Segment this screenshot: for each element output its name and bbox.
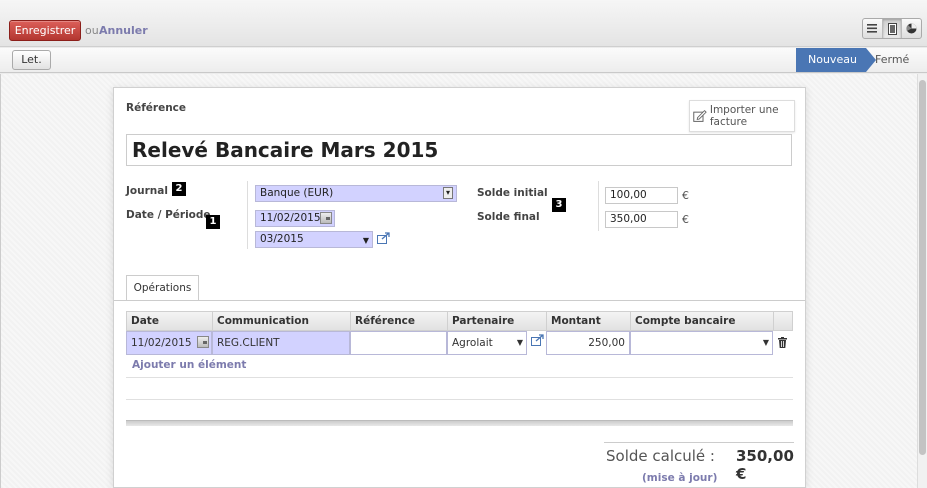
row-date-input[interactable]: 11/02/2015 [126, 331, 212, 355]
row-reference-input[interactable] [350, 331, 447, 355]
row-amount-input[interactable]: 250,00 [546, 331, 630, 355]
date-period-label: Date / Période [126, 209, 211, 221]
date-input[interactable]: 11/02/2015 [255, 210, 335, 227]
dropdown-icon: ▼ [362, 236, 369, 245]
field-separator [247, 181, 248, 249]
balance-start-label: Solde initial [477, 187, 548, 199]
journal-label: Journal [126, 185, 168, 197]
dropdown-icon: ▼ [762, 338, 769, 347]
save-button[interactable]: Enregistrer [9, 20, 81, 41]
grid-header: Date Communication Référence Partenaire … [126, 311, 793, 331]
import-invoice-label: Importer une facture [709, 104, 779, 128]
column-header-bank-account[interactable]: Compte bancaire [631, 312, 774, 331]
external-link-icon[interactable] [531, 334, 544, 346]
column-header-amount[interactable]: Montant [547, 312, 631, 331]
or-text: ou [85, 24, 99, 37]
period-select[interactable]: 03/2015 ▼ [255, 231, 373, 248]
action-bar: Enregistrer ou Annuler [0, 0, 927, 47]
row-date-value: 11/02/2015 [131, 337, 192, 349]
tab-divider [114, 300, 805, 301]
row-bank-account-select[interactable]: ▼ [630, 331, 773, 355]
add-line-link[interactable]: Ajouter un élément [132, 359, 246, 371]
reference-label: Référence [126, 102, 187, 114]
field-separator [598, 181, 599, 231]
balance-end-input[interactable]: 350,00 [605, 211, 678, 228]
period-value: 03/2015 [260, 233, 304, 245]
dropdown-icon: ▾ [443, 187, 453, 199]
column-header-partner[interactable]: Partenaire [448, 312, 547, 331]
calendar-icon[interactable] [197, 336, 209, 348]
row-communication-input[interactable]: REG.CLIENT [212, 331, 350, 355]
grid-footer [126, 420, 793, 426]
scrollbar-thumb[interactable] [919, 80, 926, 455]
grid-line [126, 399, 793, 400]
list-view-button[interactable] [863, 19, 883, 38]
update-balance-link[interactable]: (mise à jour) [642, 472, 717, 484]
computed-balance-value: 350,00 € [736, 447, 794, 483]
tab-operations[interactable]: Opérations [126, 275, 199, 301]
calendar-icon[interactable] [320, 212, 332, 224]
annotation-badge-3: 3 [552, 198, 566, 212]
stage-new[interactable]: Nouveau [796, 48, 876, 72]
balance-start-input[interactable]: 100,00 [605, 187, 678, 204]
graph-icon [906, 23, 917, 34]
column-header-date[interactable]: Date [127, 312, 213, 331]
status-bar: Let. Nouveau Fermé [0, 48, 927, 73]
edit-icon [693, 109, 707, 122]
external-link-icon[interactable] [377, 232, 390, 244]
scrollbar[interactable] [917, 74, 927, 488]
form-icon [887, 22, 897, 35]
graph-view-button[interactable] [902, 19, 921, 38]
form-sheet: Référence Importer une facture Relevé Ba… [113, 87, 806, 488]
annotation-badge-2: 2 [172, 182, 186, 196]
date-value: 11/02/2015 [260, 212, 321, 224]
currency-symbol: € [682, 213, 689, 226]
computed-balance-label: Solde calculé : [606, 447, 715, 465]
currency-symbol: € [682, 189, 689, 202]
stage-closed[interactable]: Fermé [875, 48, 909, 72]
row-partner-select[interactable]: Agrolait ▼ [447, 331, 527, 355]
view-switcher [862, 18, 922, 39]
journal-value: Banque (EUR) [260, 187, 334, 199]
dropdown-icon: ▼ [516, 338, 523, 347]
form-view-button[interactable] [882, 19, 903, 38]
annotation-badge-1: 1 [206, 215, 220, 229]
grid-line [126, 377, 793, 378]
row-partner-value: Agrolait [452, 337, 493, 349]
list-icon [867, 24, 878, 33]
column-header-communication[interactable]: Communication [213, 312, 351, 331]
balance-end-label: Solde final [477, 211, 540, 223]
journal-select[interactable]: Banque (EUR) ▾ [255, 185, 457, 202]
import-invoice-button[interactable]: Importer une facture [689, 100, 795, 132]
statement-name-input[interactable]: Relevé Bancaire Mars 2015 [126, 134, 792, 166]
cancel-link[interactable]: Annuler [99, 24, 148, 37]
table-row[interactable]: 11/02/2015 REG.CLIENT Agrolait ▼ 250,00 … [126, 331, 793, 355]
reconcile-button[interactable]: Let. [12, 50, 51, 70]
totals-separator [604, 442, 794, 443]
trash-icon[interactable] [778, 337, 787, 348]
column-header-reference[interactable]: Référence [351, 312, 448, 331]
